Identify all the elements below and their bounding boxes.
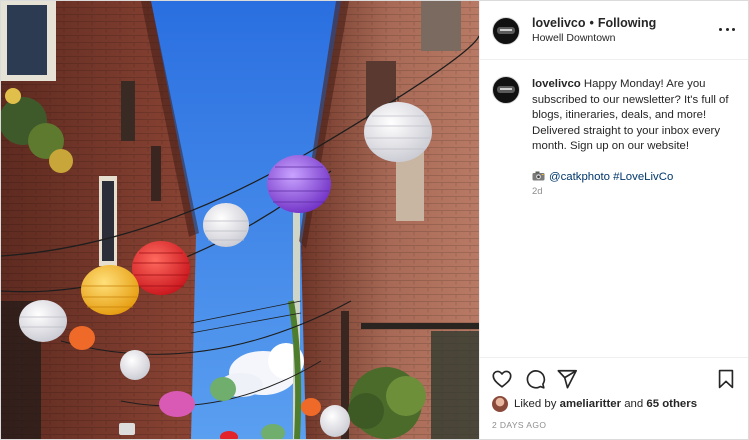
caption-username-link[interactable]: lovelivco — [532, 78, 581, 90]
more-horizontal-icon[interactable] — [719, 21, 735, 37]
share-icon[interactable] — [556, 368, 578, 390]
separator-dot: • — [589, 16, 594, 30]
comment-icon[interactable] — [524, 368, 546, 390]
post-photo[interactable] — [1, 1, 479, 439]
mention-link[interactable]: @catkphoto — [549, 171, 610, 183]
post-side-panel: lovelivco • Following Howell Downtown love… — [479, 1, 748, 439]
following-button[interactable]: Following — [598, 16, 656, 30]
likes-conjunction: and — [624, 398, 644, 410]
post-date[interactable]: 2 DAYS AGO — [492, 420, 546, 430]
post-actions-bar: Liked by ameliaritter and 65 others 2 DA… — [480, 357, 748, 439]
post-header-title: lovelivco • Following — [532, 16, 656, 30]
location-link[interactable]: Howell Downtown — [532, 32, 615, 44]
profile-avatar[interactable] — [492, 17, 520, 45]
instagram-post-view: lovelivco • Following Howell Downtown love… — [0, 0, 749, 440]
heart-icon[interactable] — [491, 368, 513, 390]
post-header: lovelivco • Following Howell Downtown — [480, 1, 748, 60]
hashtag-link[interactable]: #LoveLivCo — [613, 171, 673, 183]
post-caption: lovelivco Happy Monday! Are you subscrib… — [532, 77, 737, 185]
username-link[interactable]: lovelivco — [532, 16, 586, 30]
bookmark-icon[interactable] — [715, 368, 737, 390]
likes-summary: Liked by ameliaritter and 65 others — [492, 396, 697, 412]
caption-avatar[interactable] — [492, 76, 520, 104]
liker-username-link[interactable]: ameliaritter — [560, 398, 621, 410]
alley-lanterns-image — [1, 1, 479, 439]
likes-prefix: Liked by — [514, 398, 557, 410]
caption-relative-time: 2d — [532, 186, 543, 197]
likes-others-link[interactable]: 65 others — [646, 398, 697, 410]
liker-avatar[interactable] — [492, 396, 508, 412]
camera-icon — [532, 171, 545, 180]
